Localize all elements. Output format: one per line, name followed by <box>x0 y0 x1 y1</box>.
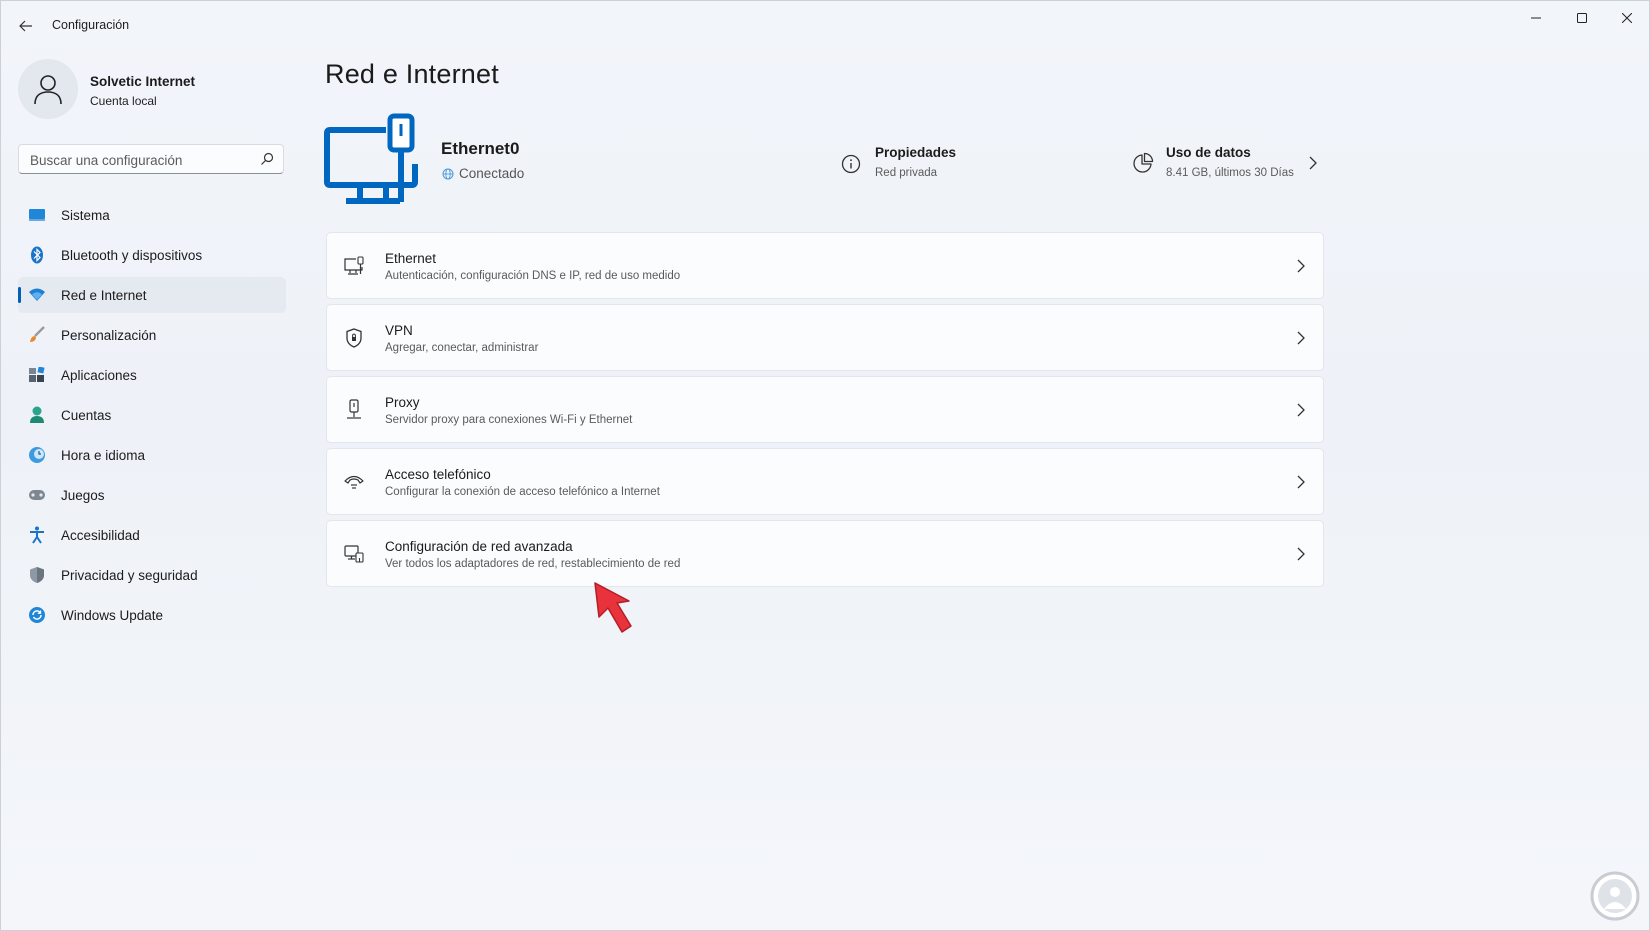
settings-card-list: Ethernet Autenticación, configuración DN… <box>326 232 1324 592</box>
search-icon[interactable] <box>260 152 274 166</box>
sidebar-item-privacidad[interactable]: Privacidad y seguridad <box>18 557 286 593</box>
sidebar-item-label: Cuentas <box>61 407 112 423</box>
person-outline-icon <box>34 75 62 105</box>
card-subtitle: Autenticación, configuración DNS e IP, r… <box>385 270 681 282</box>
sidebar-item-label: Accesibilidad <box>61 527 140 543</box>
card-title: Proxy <box>385 395 420 410</box>
chevron-right-icon <box>1297 547 1305 561</box>
sidebar-item-label: Privacidad y seguridad <box>61 567 198 583</box>
apps-icon <box>28 366 46 384</box>
sidebar-item-label: Hora e idioma <box>61 447 146 463</box>
properties-title: Propiedades <box>875 145 957 160</box>
sidebar-item-label: Bluetooth y dispositivos <box>61 247 203 263</box>
avatar <box>18 59 78 119</box>
ethernet-icon <box>343 255 365 277</box>
maximize-icon <box>1577 13 1587 23</box>
card-proxy[interactable]: Proxy Servidor proxy para conexiones Wi-… <box>326 376 1324 443</box>
sidebar-item-cuentas[interactable]: Cuentas <box>18 397 286 433</box>
connection-name: Ethernet0 <box>441 139 520 158</box>
maximize-button[interactable] <box>1559 1 1605 35</box>
chevron-right-icon <box>1297 403 1305 417</box>
dialup-phone-icon <box>343 471 365 493</box>
properties-subtitle: Red privada <box>875 167 938 179</box>
app-title: Configuración <box>52 18 130 32</box>
title-bar: Configuración <box>1 1 1649 49</box>
chevron-right-icon <box>1297 259 1305 273</box>
chevron-right-icon <box>1297 331 1305 345</box>
sidebar-item-hora-idioma[interactable]: Hora e idioma <box>18 437 286 473</box>
update-icon <box>28 606 46 624</box>
sidebar-item-label: Aplicaciones <box>61 367 137 383</box>
search-box[interactable] <box>18 144 284 175</box>
pie-chart-icon <box>1133 152 1154 173</box>
card-subtitle: Agregar, conectar, administrar <box>385 342 539 354</box>
clock-globe-icon <box>28 446 46 464</box>
card-ethernet[interactable]: Ethernet Autenticación, configuración DN… <box>326 232 1324 299</box>
minimize-icon <box>1531 17 1541 19</box>
sidebar-item-label: Red e Internet <box>61 287 147 303</box>
sidebar-item-juegos[interactable]: Juegos <box>18 477 286 513</box>
annotation-arrow-icon <box>594 582 632 633</box>
data-usage-subtitle: 8.41 GB, últimos 30 Días <box>1166 167 1294 179</box>
proxy-icon <box>343 399 365 421</box>
wifi-icon <box>28 286 46 304</box>
page-title: Red e Internet <box>325 59 499 89</box>
account-type: Cuenta local <box>90 94 157 108</box>
sidebar-item-red-e-internet[interactable]: Red e Internet <box>18 277 286 313</box>
connection-status: Conectado <box>442 166 524 181</box>
sidebar-item-label: Personalización <box>61 327 157 343</box>
user-name: Solvetic Internet <box>90 74 196 89</box>
bluetooth-icon <box>28 246 46 264</box>
close-icon <box>1622 13 1632 23</box>
globe-icon <box>442 168 454 179</box>
ethernet-pc-icon <box>324 113 418 204</box>
chevron-right-icon <box>1309 156 1317 170</box>
vpn-shield-icon <box>343 327 365 349</box>
user-profile[interactable]: Solvetic Internet Cuenta local <box>18 59 288 121</box>
minimize-button[interactable] <box>1513 1 1559 35</box>
sidebar-item-bluetooth[interactable]: Bluetooth y dispositivos <box>18 237 286 273</box>
sidebar-item-label: Windows Update <box>61 607 164 623</box>
card-acceso-telefonico[interactable]: Acceso telefónico Configurar la conexión… <box>326 448 1324 515</box>
sidebar-item-sistema[interactable]: Sistema <box>18 197 286 233</box>
back-arrow-icon <box>19 20 32 32</box>
sidebar-item-label: Sistema <box>61 207 110 223</box>
network-adapter-icon <box>343 543 365 565</box>
sidebar-item-windows-update[interactable]: Windows Update <box>18 597 286 633</box>
card-title: Configuración de red avanzada <box>385 539 573 554</box>
card-red-avanzada[interactable]: Configuración de red avanzada Ver todos … <box>326 520 1324 587</box>
search-input[interactable] <box>28 145 252 175</box>
back-button[interactable] <box>13 13 39 39</box>
card-subtitle: Servidor proxy para conexiones Wi-Fi y E… <box>385 414 633 426</box>
accessibility-icon <box>28 526 46 544</box>
sidebar-item-personalizacion[interactable]: Personalización <box>18 317 286 353</box>
watermark-logo-icon <box>1590 871 1640 921</box>
card-subtitle: Configurar la conexión de acceso telefón… <box>385 486 660 498</box>
sidebar-item-aplicaciones[interactable]: Aplicaciones <box>18 357 286 393</box>
sidebar-item-label: Juegos <box>61 487 105 503</box>
card-title: VPN <box>385 323 413 338</box>
sidebar-nav: Sistema Bluetooth y dispositivos Red e I… <box>18 197 286 637</box>
card-title: Ethernet <box>385 251 437 266</box>
data-usage-title: Uso de datos <box>1166 145 1251 160</box>
brush-icon <box>28 326 46 344</box>
data-usage-link[interactable]: Uso de datos 8.41 GB, últimos 30 Días <box>1132 144 1322 184</box>
chevron-right-icon <box>1297 475 1305 489</box>
gamepad-icon <box>28 486 46 504</box>
monitor-icon <box>28 206 46 224</box>
info-icon <box>841 154 861 174</box>
person-icon <box>28 406 46 424</box>
card-vpn[interactable]: VPN Agregar, conectar, administrar <box>326 304 1324 371</box>
card-title: Acceso telefónico <box>385 467 491 482</box>
shield-icon <box>28 566 46 584</box>
card-subtitle: Ver todos los adaptadores de red, restab… <box>385 558 681 570</box>
settings-window: Configuración Solvetic Internet Cuenta l… <box>0 0 1650 931</box>
sidebar-item-accesibilidad[interactable]: Accesibilidad <box>18 517 286 553</box>
close-button[interactable] <box>1604 1 1649 35</box>
connection-status-text: Conectado <box>459 166 525 181</box>
